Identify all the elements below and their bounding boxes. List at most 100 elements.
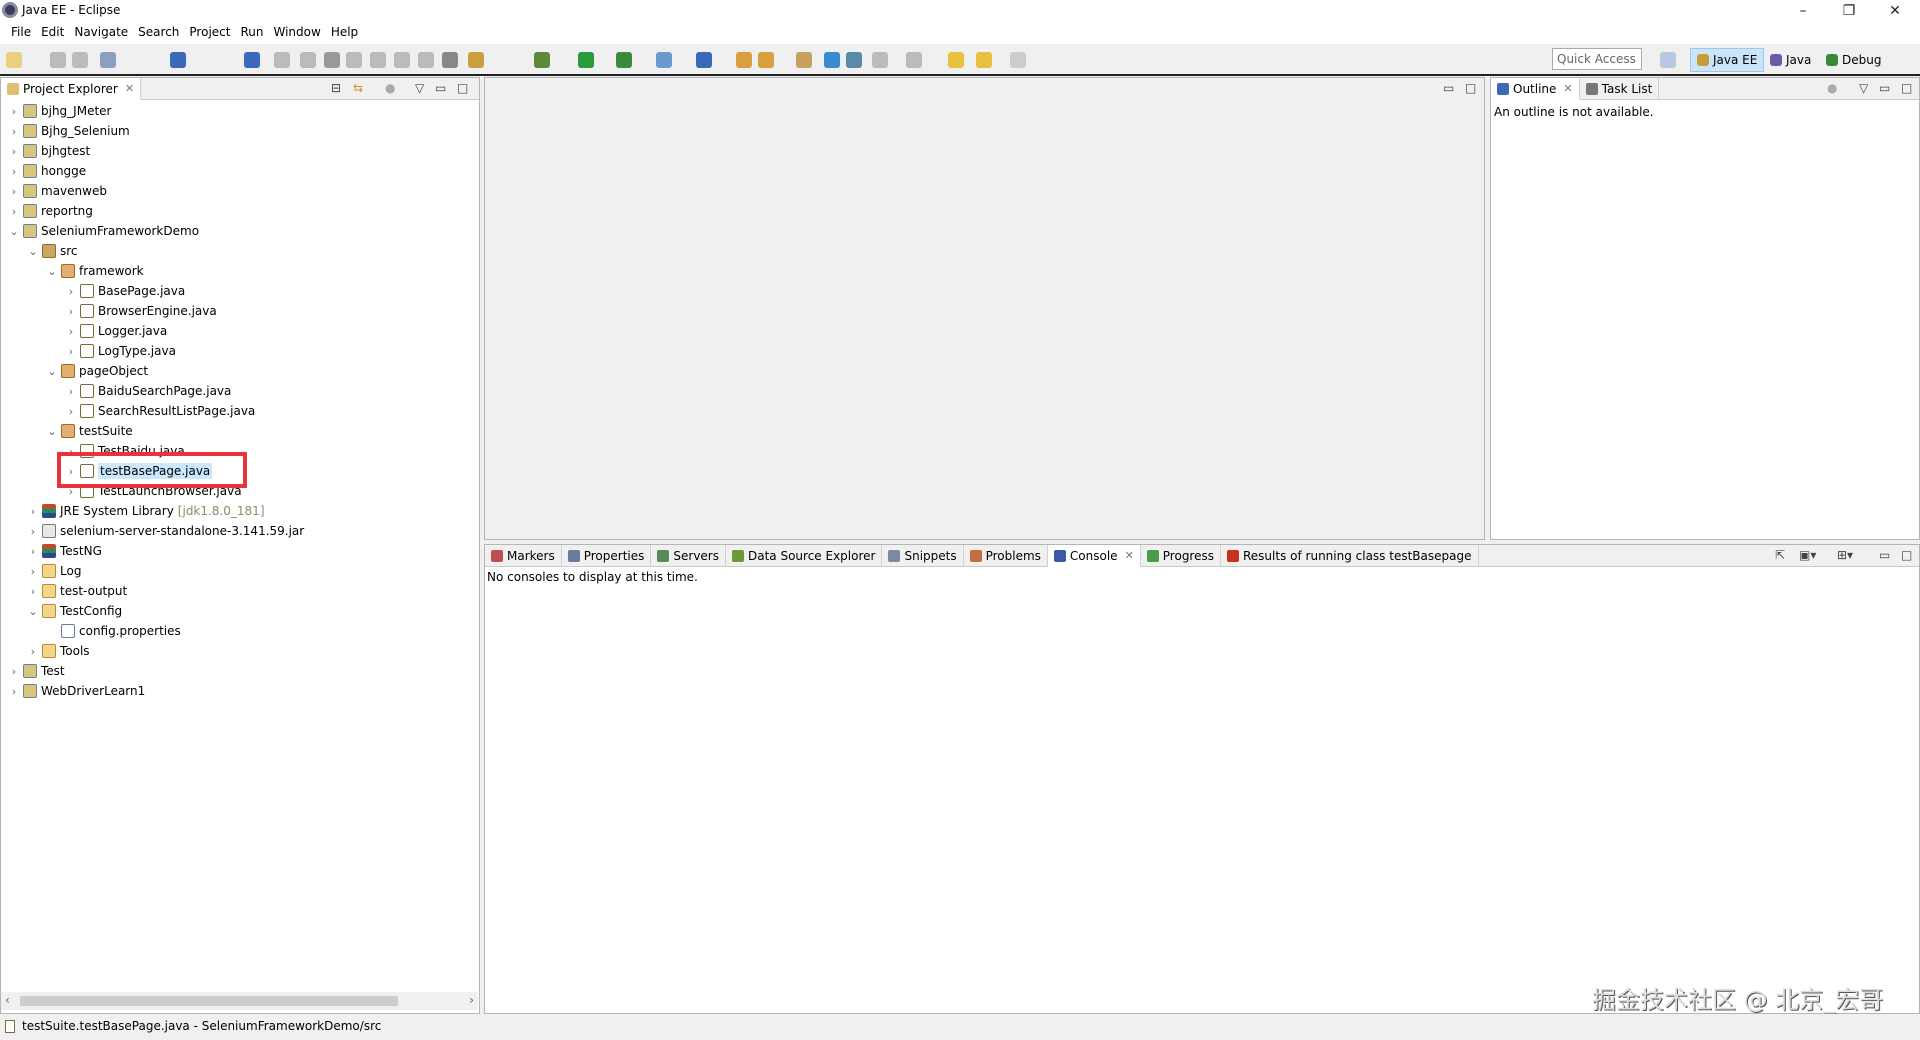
minimize-icon[interactable]: ▭ (1443, 81, 1454, 95)
view-menu-icon[interactable]: ▽ (1859, 81, 1868, 95)
minimize-button[interactable]: – (1780, 0, 1826, 22)
display-console-icon[interactable]: ▣▾ (1799, 548, 1816, 562)
tree-item[interactable]: › WebDriverLearn1 (7, 681, 145, 701)
tree-item[interactable]: › mavenweb (7, 181, 107, 201)
toolbar-button-icon[interactable] (50, 52, 66, 68)
tab-results-of-running-class-testbasepage[interactable]: Results of running class testBasepage (1221, 545, 1479, 567)
chevron-down-icon[interactable]: ⌄ (26, 605, 40, 618)
chevron-down-icon[interactable]: ⌄ (45, 265, 59, 278)
tree-item[interactable]: › Log (26, 561, 81, 581)
tab-properties[interactable]: Properties (562, 545, 652, 567)
perspective-java[interactable]: Java (1764, 48, 1817, 72)
tab-problems[interactable]: Problems (964, 545, 1048, 567)
new-console-icon[interactable]: ⊞▾ (1837, 548, 1853, 562)
chevron-down-icon[interactable]: ⌄ (26, 245, 40, 258)
tree-item[interactable]: ⌄ TestConfig (26, 601, 122, 621)
toolbar-button-icon[interactable] (300, 52, 316, 68)
close-icon[interactable]: ✕ (1125, 549, 1134, 562)
tree-item[interactable]: › bjhg_JMeter (7, 101, 111, 121)
focus-icon[interactable]: ● (385, 81, 395, 95)
tree-item[interactable]: › TestNG (26, 541, 102, 561)
toolbar-button-icon[interactable] (616, 52, 632, 68)
tree-item[interactable]: ⌄ pageObject (45, 361, 148, 381)
toolbar-button-icon[interactable] (370, 52, 386, 68)
tree-item[interactable]: ⌄ SeleniumFrameworkDemo (7, 221, 199, 241)
toolbar-button-icon[interactable] (418, 52, 434, 68)
chevron-down-icon[interactable]: ⌄ (7, 225, 21, 238)
open-perspective-icon[interactable] (1660, 52, 1676, 68)
chevron-right-icon[interactable]: › (26, 585, 40, 598)
toolbar-button-icon[interactable] (948, 52, 964, 68)
tree-item[interactable]: › Test (7, 661, 65, 681)
tree-item[interactable]: › BrowserEngine.java (64, 301, 217, 321)
chevron-right-icon[interactable]: › (7, 165, 21, 178)
chevron-right-icon[interactable]: › (64, 345, 78, 358)
chevron-right-icon[interactable]: › (64, 385, 78, 398)
maximize-icon[interactable]: □ (1901, 548, 1912, 562)
tree-item[interactable]: › Bjhg_Selenium (7, 121, 130, 141)
toolbar-button-icon[interactable] (1010, 52, 1026, 68)
tree-item[interactable]: ⌄ testSuite (45, 421, 133, 441)
maximize-icon[interactable]: □ (1901, 81, 1912, 95)
menu-run[interactable]: Run (235, 22, 268, 44)
toolbar-button-icon[interactable] (100, 52, 116, 68)
tree-item[interactable]: › hongge (7, 161, 86, 181)
toolbar-button-icon[interactable] (796, 52, 812, 68)
link-with-editor-icon[interactable]: ⇆ (353, 81, 363, 95)
tree-item[interactable]: › test-output (26, 581, 127, 601)
open-console-icon[interactable]: ⇱ (1775, 548, 1785, 562)
tab-markers[interactable]: Markers (485, 545, 562, 567)
tree-item[interactable]: › BasePage.java (64, 281, 185, 301)
perspective-debug[interactable]: Debug (1820, 48, 1887, 72)
tree-item[interactable]: › JRE System Library [jdk1.8.0_181] (26, 501, 265, 521)
menu-search[interactable]: Search (133, 22, 184, 44)
menu-navigate[interactable]: Navigate (69, 22, 133, 44)
maximize-icon[interactable]: □ (457, 81, 468, 95)
tab-snippets[interactable]: Snippets (882, 545, 964, 567)
menu-edit[interactable]: Edit (36, 22, 69, 44)
tree-item[interactable]: › reportng (7, 201, 93, 221)
tab-servers[interactable]: Servers (651, 545, 726, 567)
toolbar-button-icon[interactable] (6, 52, 22, 68)
tree-item[interactable]: ⌄ framework (45, 261, 144, 281)
chevron-right-icon[interactable]: › (7, 145, 21, 158)
toolbar-button-icon[interactable] (656, 52, 672, 68)
toolbar-button-icon[interactable] (758, 52, 774, 68)
toolbar-button-icon[interactable] (72, 52, 88, 68)
chevron-right-icon[interactable]: › (64, 325, 78, 338)
chevron-right-icon[interactable]: › (64, 305, 78, 318)
restore-button[interactable]: ❐ (1826, 0, 1872, 22)
menu-file[interactable]: File (6, 22, 36, 44)
chevron-right-icon[interactable]: › (7, 105, 21, 118)
minimize-icon[interactable]: ▭ (1879, 81, 1890, 95)
tree-item[interactable]: config.properties (45, 621, 181, 641)
tree-item[interactable]: › BaiduSearchPage.java (64, 381, 231, 401)
close-icon[interactable]: ✕ (125, 82, 134, 95)
collapse-all-icon[interactable]: ⊟ (331, 81, 341, 95)
toolbar-button-icon[interactable] (872, 52, 888, 68)
toolbar-button-icon[interactable] (736, 52, 752, 68)
chevron-right-icon[interactable]: › (26, 505, 40, 518)
tab-task-list[interactable]: Task List (1580, 78, 1660, 100)
toolbar-button-icon[interactable] (846, 52, 862, 68)
close-button[interactable]: ✕ (1872, 0, 1918, 22)
tree-item[interactable]: › Logger.java (64, 321, 167, 341)
tree-item[interactable]: › selenium-server-standalone-3.141.59.jar (26, 521, 304, 541)
toolbar-button-icon[interactable] (824, 52, 840, 68)
chevron-down-icon[interactable]: ⌄ (45, 365, 59, 378)
minimize-icon[interactable]: ▭ (435, 81, 446, 95)
tab-data-source-explorer[interactable]: Data Source Explorer (726, 545, 883, 567)
minimize-icon[interactable]: ▭ (1879, 548, 1890, 562)
chevron-down-icon[interactable]: ⌄ (45, 425, 59, 438)
toolbar-button-icon[interactable] (976, 52, 992, 68)
toolbar-button-icon[interactable] (244, 52, 260, 68)
chevron-right-icon[interactable]: › (64, 405, 78, 418)
close-icon[interactable]: ✕ (1563, 82, 1572, 95)
toolbar-button-icon[interactable] (468, 52, 484, 68)
tree-item[interactable]: › Tools (26, 641, 90, 661)
chevron-right-icon[interactable]: › (64, 285, 78, 298)
scrollbar-thumb[interactable] (20, 996, 398, 1006)
toolbar-button-icon[interactable] (578, 52, 594, 68)
tab-console[interactable]: Console ✕ (1047, 545, 1141, 567)
toolbar-button-icon[interactable] (394, 52, 410, 68)
